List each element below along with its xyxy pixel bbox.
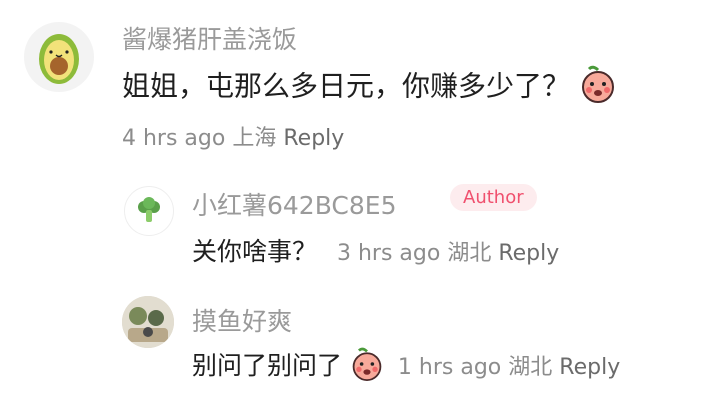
reply-time: 1 hrs ago — [397, 355, 502, 380]
reply-button[interactable]: Reply — [283, 126, 344, 151]
comment-text: 姐姐，屯那么多日元，你赚多少了？ — [122, 64, 617, 111]
reply-button[interactable]: Reply — [498, 241, 559, 266]
reply-text: 关你啥事？ — [192, 237, 318, 266]
reply-button[interactable]: Reply — [559, 355, 620, 380]
reply-meta: 3 hrs ago 湖北 Reply — [337, 241, 559, 266]
reply-time: 3 hrs ago — [336, 241, 441, 266]
peach-sticker-icon — [350, 346, 384, 388]
broccoli-icon — [138, 197, 160, 222]
comment-location: 上海 — [232, 126, 277, 151]
comment-username[interactable]: 酱爆猪肝盖浇饭 — [122, 20, 297, 56]
comment-time: 4 hrs ago — [122, 126, 226, 151]
author-badge: Author — [450, 184, 537, 211]
peach-sticker-icon — [579, 64, 617, 111]
reply-username[interactable]: 摸鱼好爽 — [192, 302, 292, 338]
avocado-icon — [39, 34, 79, 84]
reply-text-line: 别问了别问了 1 hrs ago 湖北 Reply — [192, 346, 620, 388]
avatar[interactable] — [124, 186, 174, 236]
avatar[interactable] — [24, 22, 94, 92]
avatar[interactable] — [122, 296, 174, 348]
reply-meta: 1 hrs ago 湖北 Reply — [398, 355, 620, 380]
reply-text: 别问了别问了 — [192, 351, 343, 380]
comment-text-content: 姐姐，屯那么多日元，你赚多少了？ — [122, 69, 571, 103]
reply-location: 湖北 — [508, 355, 553, 380]
reply-location: 湖北 — [447, 241, 492, 266]
comment-meta: 4 hrs ago 上海 Reply — [122, 120, 344, 152]
comment-item: 酱爆猪肝盖浇饭 姐姐，屯那么多日元，你赚多少了？ 4 hrs ago 上海 Re… — [0, 0, 720, 170]
reply-item: 小红薯642BC8E5 Author 关你啥事？ 3 hrs ago 湖北 Re… — [0, 170, 720, 280]
reply-text-line: 关你啥事？ 3 hrs ago 湖北 Reply — [192, 232, 559, 268]
reply-username[interactable]: 小红薯642BC8E5 — [192, 186, 397, 222]
reply-item: 摸鱼好爽 别问了别问了 1 hrs ago 湖北 Reply — [0, 288, 720, 405]
photo-avatar-icon — [122, 296, 174, 348]
